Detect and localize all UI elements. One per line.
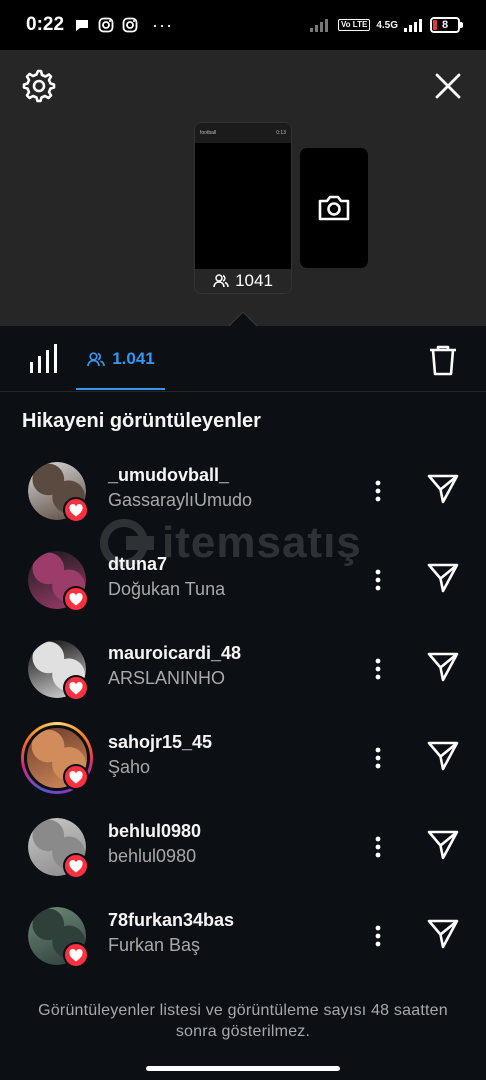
status-time: 0:22 bbox=[26, 14, 65, 35]
viewer-avatar[interactable] bbox=[27, 639, 89, 701]
instagram-icon bbox=[122, 17, 138, 33]
viewer-username[interactable]: 78furkan34bas bbox=[108, 910, 234, 931]
heart-icon bbox=[69, 592, 83, 605]
status-bar: 0:22 ··· Vo LTE 4.5G 8 bbox=[0, 0, 486, 50]
network-type: 4.5G bbox=[376, 19, 398, 31]
viewer-row[interactable]: mauroicardi_48 ARSLANINHO bbox=[0, 628, 486, 717]
viewers-icon bbox=[87, 351, 106, 366]
viewer-full-name: ARSLANINHO bbox=[108, 668, 226, 688]
heart-icon bbox=[69, 859, 83, 872]
heart-icon bbox=[69, 770, 83, 783]
close-icon[interactable] bbox=[432, 70, 464, 102]
viewer-row[interactable]: _umudovball_ GassaraylıUmudo bbox=[0, 450, 486, 539]
viewer-avatar[interactable] bbox=[27, 817, 89, 879]
send-message-icon[interactable] bbox=[426, 828, 460, 862]
battery-icon: 8 bbox=[430, 17, 463, 33]
viewer-username[interactable]: _umudovball_ bbox=[108, 465, 229, 486]
instagram-icon bbox=[98, 17, 114, 33]
viewer-list: _umudovball_ GassaraylıUmudo dtuna7 Doğu… bbox=[0, 450, 486, 984]
active-tab-indicator bbox=[76, 388, 165, 390]
insights-tab-bar: 1.041 bbox=[0, 326, 486, 392]
heart-icon bbox=[69, 681, 83, 694]
chat-icon bbox=[76, 20, 89, 31]
like-heart-badge bbox=[63, 675, 89, 701]
signal-weak-icon bbox=[309, 19, 328, 32]
section-title: Hikayeni görüntüleyenler bbox=[22, 410, 261, 432]
notification-icons: ··· bbox=[74, 15, 173, 36]
like-heart-badge bbox=[63, 853, 89, 879]
heart-icon bbox=[69, 503, 83, 516]
viewer-full-name: Şaho bbox=[108, 757, 151, 777]
more-options-icon[interactable] bbox=[366, 654, 390, 684]
camera-icon bbox=[318, 195, 350, 221]
add-story-camera-button[interactable] bbox=[300, 148, 368, 268]
viewer-avatar[interactable] bbox=[21, 722, 93, 794]
more-options-icon[interactable] bbox=[366, 832, 390, 862]
viewer-avatar[interactable] bbox=[27, 906, 89, 968]
more-options-icon[interactable] bbox=[366, 476, 390, 506]
like-heart-badge bbox=[63, 942, 89, 968]
send-message-icon[interactable] bbox=[426, 739, 460, 773]
volte-indicator: Vo LTE bbox=[337, 19, 371, 31]
viewer-avatar[interactable] bbox=[27, 461, 89, 523]
selection-pointer bbox=[229, 312, 257, 326]
send-message-icon[interactable] bbox=[426, 650, 460, 684]
viewer-row[interactable]: 78furkan34bas Furkan Baş bbox=[0, 895, 486, 984]
send-message-icon[interactable] bbox=[426, 472, 460, 506]
tab-viewers[interactable]: 1.041 bbox=[76, 326, 166, 392]
viewer-full-name: behlul0980 bbox=[108, 846, 197, 866]
viewer-row[interactable]: sahojr15_45 Şaho bbox=[0, 717, 486, 806]
viewer-username[interactable]: mauroicardi_48 bbox=[108, 643, 241, 664]
viewer-username[interactable]: behlul0980 bbox=[108, 821, 201, 842]
like-heart-badge bbox=[63, 586, 89, 612]
viewer-full-name: Furkan Baş bbox=[108, 935, 201, 955]
status-right: Vo LTE 4.5G 8 bbox=[309, 17, 463, 33]
send-message-icon[interactable] bbox=[426, 917, 460, 951]
send-message-icon[interactable] bbox=[426, 561, 460, 595]
more-notifications-icon: ··· bbox=[152, 14, 174, 35]
thumb-username: football bbox=[200, 130, 217, 136]
viewers-expiry-note: Görüntüleyenler listesi ve görüntüleme s… bbox=[38, 1002, 448, 1040]
viewer-full-name: GassaraylıUmudo bbox=[108, 490, 253, 510]
viewer-username[interactable]: dtuna7 bbox=[108, 554, 167, 575]
tab-viewers-count: 1.041 bbox=[112, 349, 155, 368]
story-thumbnail[interactable]: football 0:13 1041 bbox=[194, 122, 292, 294]
settings-gear-icon[interactable] bbox=[20, 67, 56, 103]
like-heart-badge bbox=[63, 764, 89, 790]
signal-icon bbox=[404, 19, 422, 32]
viewers-icon bbox=[213, 274, 229, 288]
viewer-full-name: Doğukan Tuna bbox=[108, 579, 226, 599]
viewer-username[interactable]: sahojr15_45 bbox=[108, 732, 212, 753]
thumb-header: football 0:13 bbox=[195, 123, 291, 143]
viewer-row[interactable]: behlul0980 behlul0980 bbox=[0, 806, 486, 895]
viewer-row[interactable]: dtuna7 Doğukan Tuna bbox=[0, 539, 486, 628]
heart-icon bbox=[69, 948, 83, 961]
story-view-count: 1041 bbox=[195, 269, 291, 293]
more-options-icon[interactable] bbox=[366, 565, 390, 595]
story-preview-area: football 0:13 1041 bbox=[0, 50, 486, 326]
view-count-label: 1041 bbox=[235, 271, 273, 290]
trash-icon[interactable] bbox=[428, 344, 458, 376]
home-indicator[interactable] bbox=[146, 1066, 340, 1071]
like-heart-badge bbox=[63, 497, 89, 523]
more-options-icon[interactable] bbox=[366, 743, 390, 773]
battery-level: 8 bbox=[441, 19, 449, 31]
insights-bar-chart-icon[interactable] bbox=[28, 344, 60, 374]
more-options-icon[interactable] bbox=[366, 921, 390, 951]
thumb-time: 0:13 bbox=[276, 130, 286, 136]
viewer-avatar[interactable] bbox=[27, 550, 89, 612]
